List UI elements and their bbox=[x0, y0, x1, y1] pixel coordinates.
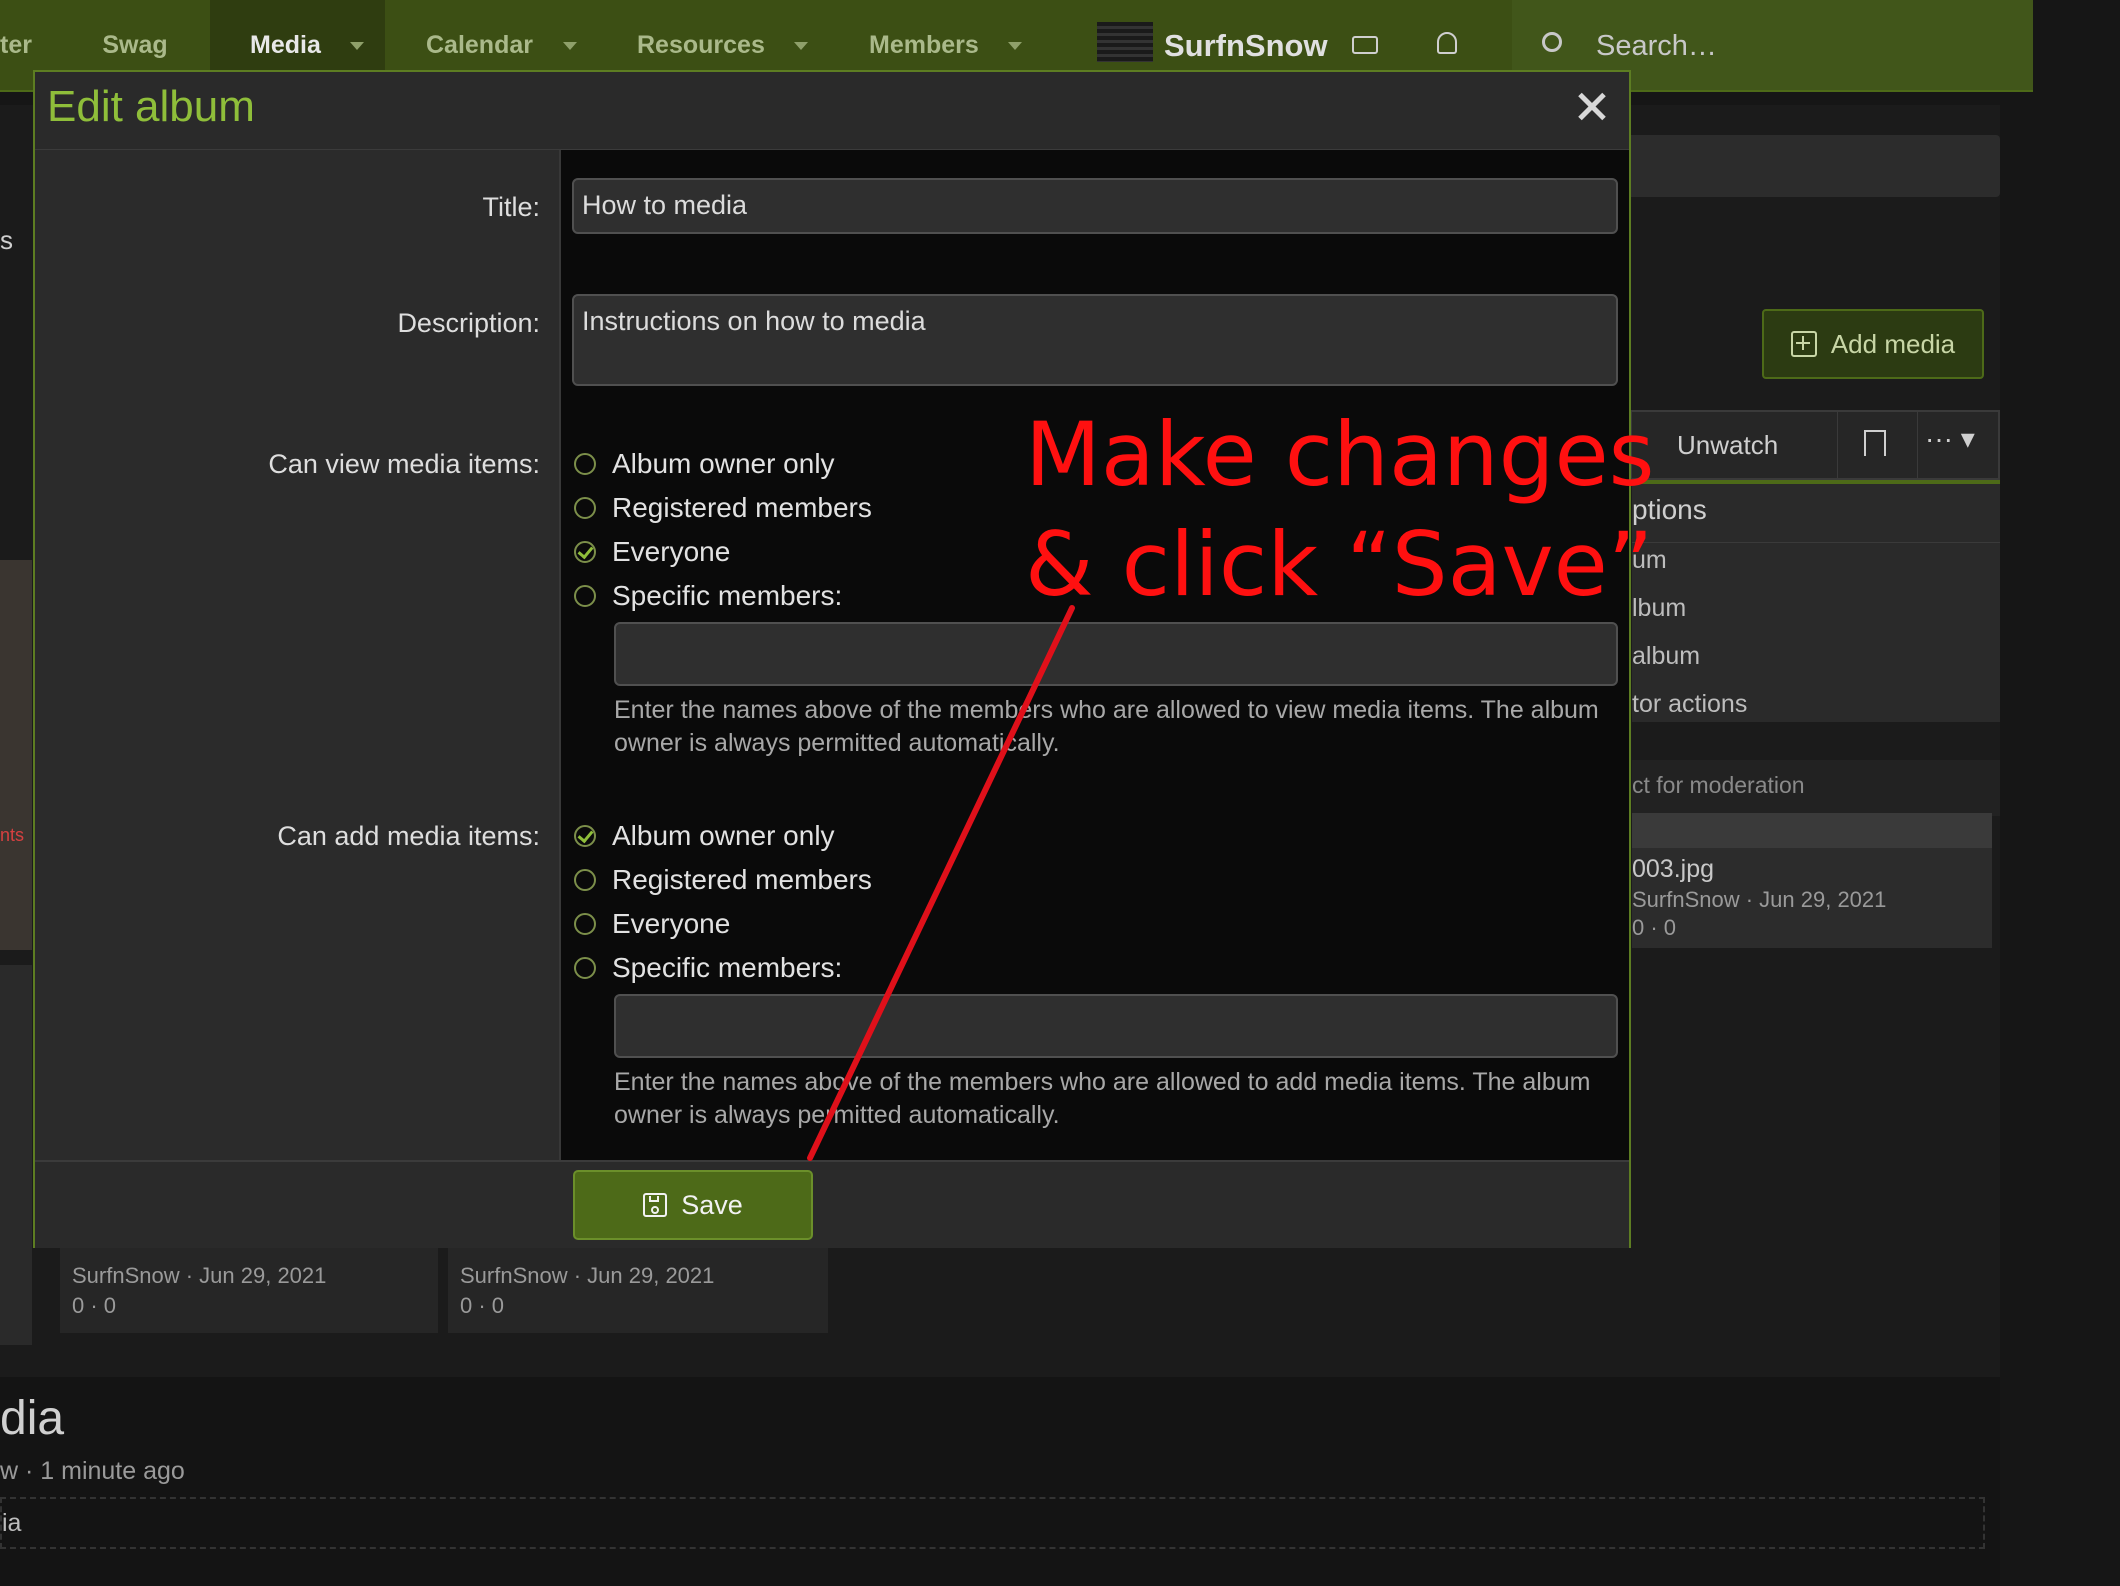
annotation-arrow-line bbox=[807, 605, 1075, 1161]
annotation-arrow-line-stroke bbox=[807, 605, 1075, 1161]
